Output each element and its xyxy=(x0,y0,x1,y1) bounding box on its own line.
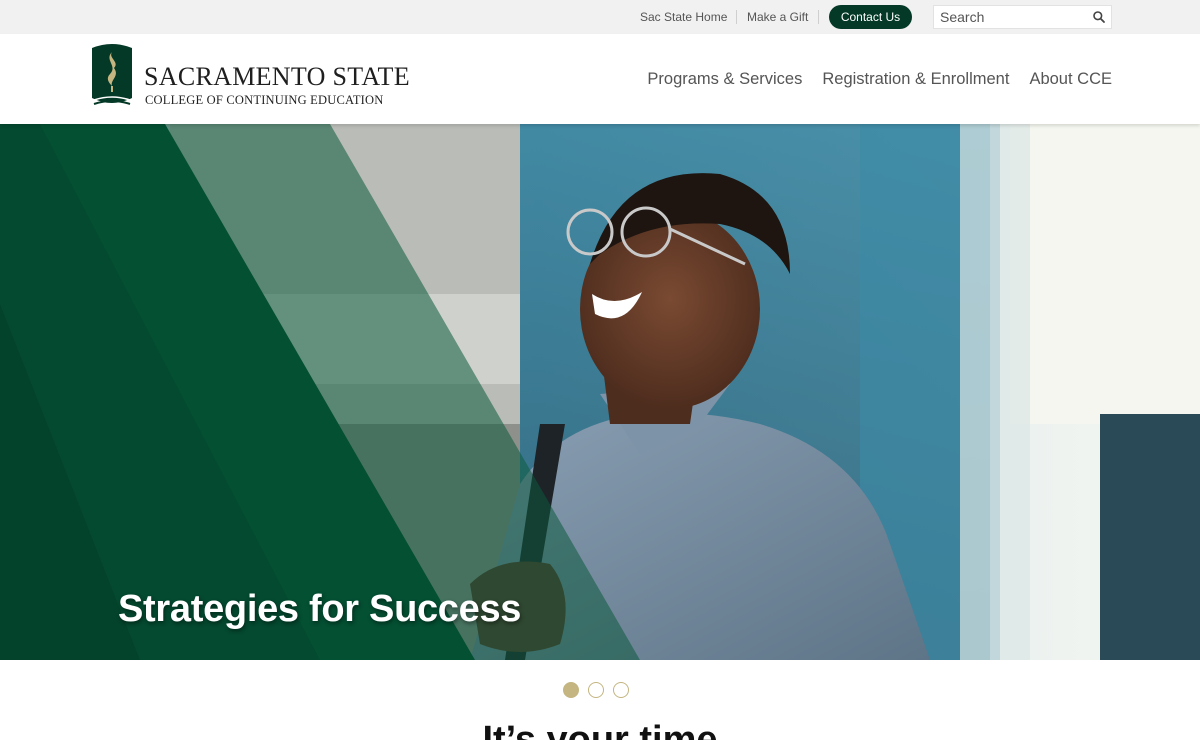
utility-divider xyxy=(736,10,737,24)
utility-bar: Sac State Home Make a Gift Contact Us xyxy=(0,0,1200,34)
nav-about-cce[interactable]: About CCE xyxy=(1029,69,1112,89)
search-box xyxy=(933,5,1112,29)
carousel-dot-1[interactable] xyxy=(563,682,579,698)
main-nav: Programs & Services Registration & Enrol… xyxy=(647,69,1112,89)
carousel-dot-2[interactable] xyxy=(588,682,604,698)
search-input[interactable] xyxy=(934,6,1089,28)
nav-programs-services[interactable]: Programs & Services xyxy=(647,69,802,89)
utility-divider xyxy=(818,10,819,24)
search-icon[interactable] xyxy=(1092,10,1106,24)
hornet-torch-shield-icon xyxy=(92,44,132,105)
logo-subtitle: COLLEGE OF CONTINUING EDUCATION xyxy=(145,93,384,107)
logo-title: SACRAMENTO STATE xyxy=(144,62,410,91)
hero-banner: Strategies for Success xyxy=(0,124,1200,660)
hero-photo xyxy=(0,124,1200,660)
nav-registration-enrollment[interactable]: Registration & Enrollment xyxy=(822,69,1009,89)
section-heading: It’s your time xyxy=(482,719,718,740)
sac-state-home-link[interactable]: Sac State Home xyxy=(640,10,727,24)
carousel-dot-3[interactable] xyxy=(613,682,629,698)
make-a-gift-link[interactable]: Make a Gift xyxy=(747,10,808,24)
site-logo[interactable]: SACRAMENTO STATE COLLEGE OF CONTINUING E… xyxy=(90,42,420,112)
site-header: SACRAMENTO STATE COLLEGE OF CONTINUING E… xyxy=(0,34,1200,124)
hero-heading: Strategies for Success xyxy=(118,588,522,630)
contact-us-button[interactable]: Contact Us xyxy=(829,5,912,29)
carousel-indicators xyxy=(563,682,629,698)
